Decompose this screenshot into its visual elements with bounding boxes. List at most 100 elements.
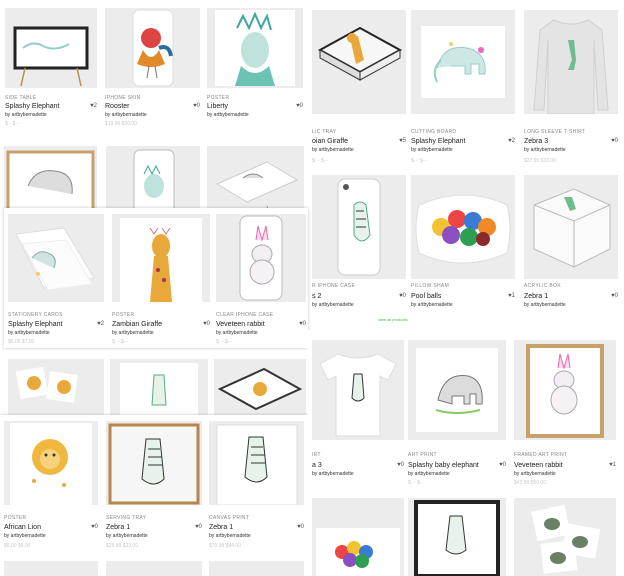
product-card[interactable] (8, 359, 104, 417)
product-image[interactable] (106, 561, 202, 576)
product-image[interactable] (8, 214, 104, 302)
product-title[interactable]: Splashy baby elephant (408, 462, 479, 469)
like-count[interactable]: ♥0 (296, 103, 303, 109)
product-title[interactable]: Splashy Elephant (411, 138, 465, 145)
product-image[interactable] (112, 214, 210, 302)
product-image[interactable] (514, 498, 616, 576)
product-title[interactable]: Zebra 1 (209, 524, 233, 531)
product-title[interactable]: Pool balls (411, 293, 441, 300)
product-image[interactable] (312, 175, 406, 279)
product-title[interactable]: African Lion (4, 524, 41, 531)
like-count[interactable]: ♥0 (203, 321, 210, 327)
product-title[interactable]: Zebra 1 (524, 293, 548, 300)
product-card[interactable] (110, 359, 208, 417)
like-count[interactable]: ♥0 (611, 293, 618, 299)
like-count[interactable]: ♥0 (299, 321, 306, 327)
product-card[interactable]: POSTER Liberty ♥0 by artbybernadette (207, 8, 303, 138)
product-title[interactable]: a 3 (312, 462, 322, 469)
product-image[interactable] (8, 359, 104, 417)
like-count[interactable]: ♥5 (399, 138, 406, 144)
product-image[interactable] (106, 421, 202, 505)
artist-link[interactable]: by artbybernadette (105, 112, 147, 118)
product-title[interactable]: Zambian Giraffe (112, 321, 162, 328)
product-image[interactable] (216, 214, 306, 302)
like-count[interactable]: ♥0 (91, 524, 98, 530)
artist-link[interactable]: by artbybernadette (524, 302, 566, 308)
artist-link[interactable]: by artbybernadette (112, 330, 154, 336)
artist-link[interactable]: by artbybernadette (106, 533, 148, 539)
product-image[interactable] (110, 359, 208, 417)
like-count[interactable]: ♥0 (193, 103, 200, 109)
product-image[interactable] (106, 146, 200, 214)
like-count[interactable]: ♥0 (499, 462, 506, 468)
like-count[interactable]: ♥2 (508, 138, 515, 144)
product-image[interactable] (209, 421, 304, 505)
product-card[interactable] (106, 146, 200, 214)
artist-link[interactable]: by artbybernadette (207, 112, 249, 118)
product-card[interactable] (4, 146, 97, 214)
product-card[interactable] (207, 146, 304, 214)
like-count[interactable]: ♥0 (399, 293, 406, 299)
artist-link[interactable]: by artbybernadette (216, 330, 258, 336)
like-count[interactable]: ♥0 (611, 138, 618, 144)
product-card[interactable] (214, 359, 306, 417)
like-count[interactable]: ♥1 (609, 462, 616, 468)
artist-link[interactable]: by artbybernadette (209, 533, 251, 539)
product-title[interactable]: Rooster (105, 103, 130, 110)
product-image[interactable] (524, 175, 618, 279)
product-card[interactable]: LIC TRAY oian Giraffe ♥5 by artbybernade… (312, 10, 406, 164)
product-card[interactable] (408, 498, 506, 576)
product-image[interactable] (214, 359, 306, 417)
product-image[interactable] (5, 8, 97, 88)
product-image[interactable] (312, 10, 406, 114)
product-card[interactable]: POSTER Zambian Giraffe ♥0 by artbybernad… (112, 214, 210, 346)
product-card[interactable]: IPHONE SKIN Rooster ♥0 by artbybernadett… (105, 8, 200, 138)
artist-link[interactable]: by artbybernadette (5, 112, 47, 118)
artist-link[interactable]: by artbybernadette (312, 147, 354, 153)
product-card[interactable]: ACRYLIC BOX Zebra 1 ♥0 by artbybernadett… (524, 175, 618, 315)
product-image[interactable] (4, 421, 98, 505)
product-image[interactable] (514, 340, 616, 440)
product-image[interactable] (207, 8, 303, 88)
like-count[interactable]: ♥2 (90, 103, 97, 109)
like-count[interactable]: ♥1 (508, 293, 515, 299)
product-image[interactable] (408, 340, 506, 440)
artist-link[interactable]: by artbybernadette (8, 330, 50, 336)
product-title[interactable]: Splashy Elephant (5, 103, 59, 110)
product-title[interactable]: oian Giraffe (312, 138, 348, 145)
product-image[interactable] (209, 561, 304, 576)
product-card[interactable]: CUTTING BOARD Splashy Elephant ♥2 by art… (411, 10, 515, 164)
product-title[interactable]: Liberty (207, 103, 228, 110)
product-card[interactable]: SIDE TABLE Splashy Elephant ♥2 by artbyb… (5, 8, 97, 138)
product-image[interactable] (4, 561, 98, 576)
artist-link[interactable]: by artbybernadette (524, 147, 566, 153)
product-card[interactable]: PILLOW SHAM Pool balls ♥1 by artbybernad… (411, 175, 515, 315)
product-image[interactable] (411, 10, 515, 114)
artist-link[interactable]: by artbybernadette (312, 471, 354, 477)
product-card[interactable] (312, 498, 404, 576)
product-card[interactable]: POSTER African Lion ♥0 by artbybernadett… (4, 421, 98, 551)
product-title[interactable]: Splashy Elephant (8, 321, 62, 328)
product-image[interactable] (4, 146, 97, 214)
artist-link[interactable]: by artbybernadette (514, 471, 556, 477)
product-card[interactable]: R IPHONE CASE s 2 ♥0 by artbybernadette (312, 175, 406, 315)
product-image[interactable] (105, 8, 200, 88)
product-image[interactable] (524, 10, 618, 114)
artist-link[interactable]: by artbybernadette (4, 533, 46, 539)
product-image[interactable] (411, 175, 515, 279)
product-card[interactable]: STATIONERY CARDS Splashy Elephant ♥2 by … (8, 214, 104, 346)
product-card[interactable]: IRT a 3 ♥0 by artbybernadette (312, 340, 404, 480)
product-card[interactable]: CANVAS PRINT Zebra 1 ♥0 by artbybernadet… (209, 421, 304, 551)
product-card[interactable]: FRAMED ART PRINT Veveteen rabbit ♥1 by a… (514, 340, 616, 486)
product-card[interactable] (514, 498, 616, 576)
artist-link[interactable]: by artbybernadette (411, 302, 453, 308)
product-image[interactable] (312, 340, 404, 440)
product-image[interactable] (408, 498, 506, 576)
product-card[interactable]: SERVING TRAY Zebra 1 ♥0 by artbybernadet… (106, 421, 202, 551)
artist-link[interactable]: by artbybernadette (408, 471, 450, 477)
product-image[interactable] (312, 498, 404, 576)
like-count[interactable]: ♥2 (97, 321, 104, 327)
product-card[interactable]: LONG SLEEVE T-SHIRT Zebra 3 ♥0 by artbyb… (524, 10, 618, 164)
like-count[interactable]: ♥0 (397, 462, 404, 468)
view-all-link[interactable]: view all products (378, 317, 408, 322)
